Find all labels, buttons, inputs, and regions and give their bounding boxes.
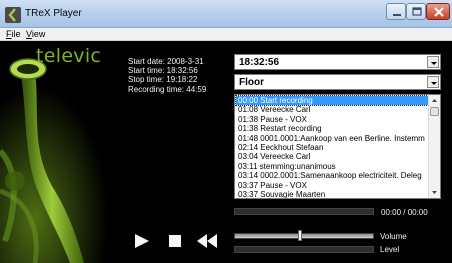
- microphone-artwork: [0, 41, 120, 263]
- volume-label: Volume: [380, 232, 407, 241]
- rewind-button[interactable]: [196, 233, 218, 249]
- maximize-icon: [412, 7, 422, 16]
- play-button[interactable]: [130, 233, 152, 249]
- stop-button[interactable]: [164, 233, 186, 249]
- event-list-item[interactable]: 03:37 Souvagie Maarten: [236, 190, 428, 198]
- player-panel: televic Start date: 2008-3-31 Start time…: [0, 41, 452, 263]
- televic-logo: televic: [36, 45, 102, 67]
- close-icon: [434, 7, 444, 17]
- event-list[interactable]: 00:00 Start recording 01:08 Vereecke Carl…: [234, 94, 441, 199]
- event-list-item[interactable]: 02:14 Eeckhout Stefaan: [236, 143, 428, 152]
- scrollbar-thumb[interactable]: [430, 107, 439, 116]
- maximize-button[interactable]: [406, 3, 426, 20]
- window-title: TReX Player: [25, 8, 82, 19]
- event-list-item[interactable]: 01:48 0001.0001:Aankoop van een Berline.…: [236, 134, 428, 143]
- volume-slider[interactable]: [234, 233, 374, 239]
- menu-bar: File View: [0, 28, 452, 41]
- recording-time-text: Recording time: 44:59: [128, 85, 207, 94]
- scroll-down-icon[interactable]: [429, 187, 440, 198]
- menu-file-label: ile: [11, 29, 21, 39]
- scroll-up-icon[interactable]: [429, 95, 440, 106]
- trex-player-window: TReX Player File View televic Start date…: [0, 0, 452, 263]
- minimize-icon: [393, 14, 401, 16]
- seek-bar[interactable]: [234, 208, 374, 215]
- event-list-item[interactable]: 03:14 0002.0001:Samenaankoop electricite…: [236, 171, 428, 180]
- minimize-button[interactable]: [386, 3, 406, 20]
- event-list-scrollbar[interactable]: [428, 95, 440, 198]
- start-date-text: Start date: 2008-3-31: [128, 57, 204, 66]
- event-list-items: 00:00 Start recording 01:08 Vereecke Carl…: [235, 95, 429, 198]
- event-list-item[interactable]: 03:04 Vereecke Carl: [236, 152, 428, 161]
- event-list-item[interactable]: 01:08 Vereecke Carl: [236, 105, 428, 114]
- stop-time-text: Stop time: 19:18:22: [128, 75, 198, 84]
- chevron-down-icon[interactable]: [427, 56, 439, 68]
- event-list-item[interactable]: 03:11 stemming:unanimous: [236, 162, 428, 171]
- level-label: Level: [380, 245, 400, 254]
- volume-slider-handle[interactable]: [297, 230, 302, 241]
- chevron-down-icon[interactable]: [427, 76, 439, 88]
- menu-view-label: iew: [31, 29, 46, 39]
- channel-dropdown[interactable]: Floor: [234, 74, 441, 90]
- menu-view[interactable]: View: [26, 29, 45, 39]
- close-button[interactable]: [426, 3, 450, 20]
- position-display: 00:00 / 00:00: [381, 208, 428, 217]
- start-time-text: Start time: 18:32:56: [128, 66, 198, 75]
- time-dropdown-value: 18:32:56: [239, 57, 280, 68]
- event-list-item[interactable]: 01:38 Restart recording: [236, 124, 428, 133]
- event-list-item[interactable]: 03:37 Pause - VOX: [236, 181, 428, 190]
- event-list-item[interactable]: 00:00 Start recording: [235, 95, 429, 107]
- menu-file[interactable]: File: [6, 29, 21, 39]
- title-bar[interactable]: TReX Player: [0, 0, 452, 28]
- trex-app-icon[interactable]: [5, 7, 21, 23]
- channel-dropdown-value: Floor: [239, 77, 264, 88]
- event-list-item[interactable]: 01:38 Pause - VOX: [236, 115, 428, 124]
- level-meter: [234, 246, 374, 253]
- time-dropdown[interactable]: 18:32:56: [234, 54, 441, 70]
